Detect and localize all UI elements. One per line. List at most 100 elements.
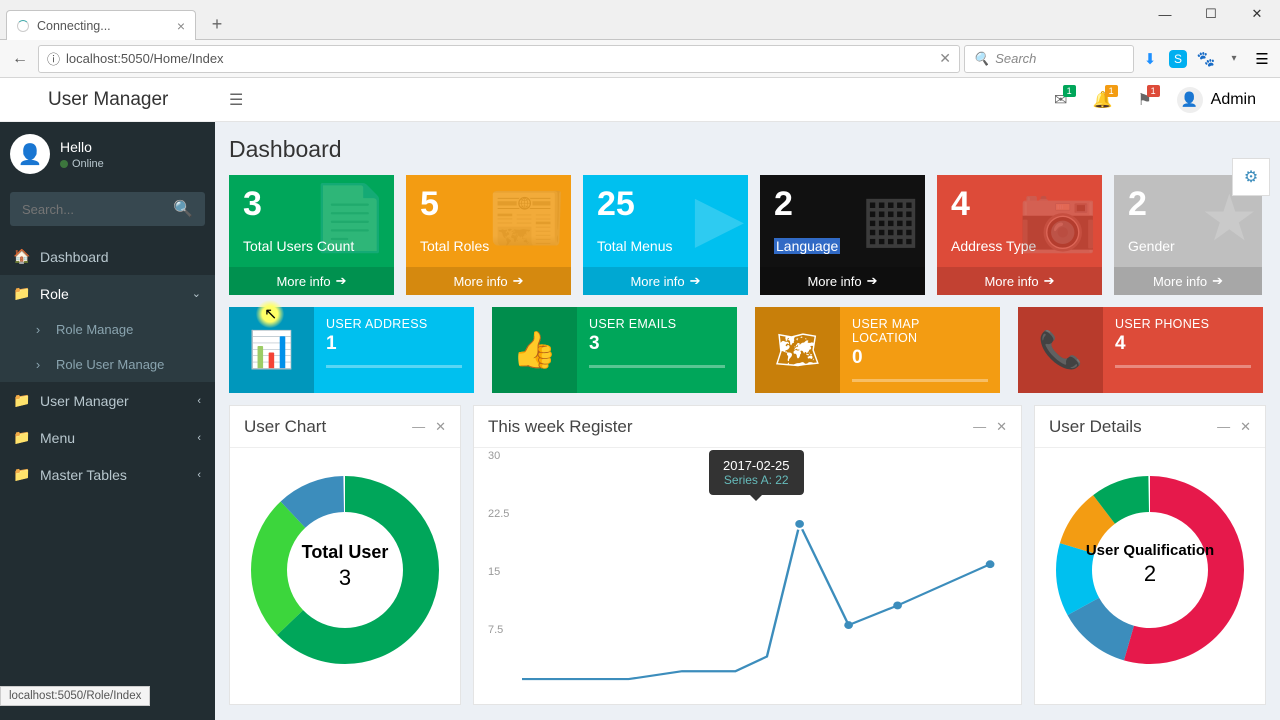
brand-logo[interactable]: User Manager (0, 78, 215, 122)
messages-icon[interactable]: ✉1 (1041, 80, 1081, 120)
close-tab-icon[interactable]: × (177, 18, 185, 34)
panel-title: User Details (1049, 417, 1142, 437)
menu-icon[interactable]: ☰ (1250, 47, 1274, 71)
chart-tooltip: 2017-02-25 Series A: 22 (709, 450, 804, 495)
flags-badge: 1 (1147, 85, 1160, 97)
extension-chevron-icon[interactable]: ▾ (1222, 47, 1246, 71)
nav-role-user-manage[interactable]: ›Role User Manage (0, 347, 215, 382)
info-title: USER EMAILS (589, 317, 725, 331)
panels-row: User Chart —✕ Total User (229, 405, 1266, 705)
notifications-badge: 1 (1105, 85, 1118, 97)
new-tab-button[interactable]: + (204, 13, 230, 35)
url-input[interactable]: ⓘ localhost:5050/Home/Index ✕ (38, 45, 960, 73)
info-value: 1 (326, 333, 462, 355)
notifications-icon[interactable]: 🔔1 (1083, 80, 1123, 120)
info-title: USER MAP LOCATION (852, 317, 988, 345)
more-info-link[interactable]: More info➔ (583, 267, 748, 295)
close-icon[interactable]: ✕ (1240, 419, 1251, 435)
browser-tab[interactable]: Connecting... × (6, 10, 196, 40)
info-title: USER PHONES (1115, 317, 1251, 331)
chevron-left-icon: ‹ (197, 469, 201, 481)
progress-bar (326, 365, 462, 368)
settings-gear-icon[interactable]: ⚙ (1232, 158, 1270, 196)
stat-box-2[interactable]: 25 Total Menus ▶ More info➔ (583, 175, 748, 295)
arrow-right-icon: ➔ (690, 273, 701, 289)
extension-icon[interactable]: 🐾 (1194, 47, 1218, 71)
arrow-right-icon: ➔ (867, 273, 878, 289)
info-box-3[interactable]: 📞 USER PHONES 4 (1018, 307, 1263, 393)
stat-box-1[interactable]: 5 Total Roles 📰 More info➔ (406, 175, 571, 295)
nav-role-manage[interactable]: ›Role Manage (0, 312, 215, 347)
admin-menu[interactable]: 👤 Admin (1167, 87, 1266, 113)
progress-bar (1115, 365, 1251, 368)
avatar[interactable]: 👤 (10, 134, 50, 174)
arrow-right-icon: ➔ (513, 273, 524, 289)
address-bar: ← ⓘ localhost:5050/Home/Index ✕ 🔍 Search… (0, 40, 1280, 78)
nav-user-manager[interactable]: 📁User Manager‹ (0, 382, 215, 419)
sidebar: User Manager 👤 Hello Online 🔍 🏠Dashboard… (0, 78, 215, 720)
donut-user-qualification: User Qualification 2 (1050, 470, 1250, 670)
user-greeting: Hello (60, 139, 104, 155)
online-dot-icon (60, 160, 68, 168)
app-root: User Manager 👤 Hello Online 🔍 🏠Dashboard… (0, 78, 1280, 720)
close-icon[interactable]: ✕ (996, 419, 1007, 435)
flags-icon[interactable]: ⚑1 (1125, 80, 1165, 120)
arrow-right-icon: ➔ (336, 273, 347, 289)
stat-bg-icon: 📷 (1018, 181, 1098, 256)
nav-menu[interactable]: 📁Menu‹ (0, 419, 215, 456)
cursor-icon: ↖ (264, 304, 277, 324)
stat-box-3[interactable]: 2 Language ▦ More info➔ (760, 175, 925, 295)
minimize-button[interactable]: — (1142, 0, 1188, 28)
loading-spinner-icon (17, 20, 29, 32)
nav-master-tables[interactable]: 📁Master Tables‹ (0, 456, 215, 493)
sidebar-search-input[interactable] (22, 202, 173, 217)
admin-label: Admin (1211, 91, 1256, 109)
main-area: ☰ ✉1 🔔1 ⚑1 👤 Admin Dashboard 3 Total Use… (215, 78, 1280, 720)
nav-role[interactable]: 📁Role⌄ (0, 275, 215, 312)
sidebar-toggle-icon[interactable]: ☰ (229, 90, 243, 110)
more-info-link[interactable]: More info➔ (406, 267, 571, 295)
content: Dashboard 3 Total Users Count 📄 More inf… (215, 122, 1280, 705)
stat-box-4[interactable]: 4 Address Type 📷 More info➔ (937, 175, 1102, 295)
arrow-right-icon: ➔ (1044, 273, 1055, 289)
back-button[interactable]: ← (6, 45, 34, 73)
download-icon[interactable]: ⬇ (1138, 47, 1162, 71)
url-text: localhost:5050/Home/Index (66, 51, 224, 66)
info-box-2[interactable]: 🗺 USER MAP LOCATION 0 (755, 307, 1000, 393)
arrow-icon: › (30, 322, 46, 337)
ytick: 22.5 (488, 508, 509, 520)
page-title: Dashboard (229, 136, 1266, 163)
collapse-icon[interactable]: — (973, 419, 986, 435)
search-icon: 🔍 (973, 51, 989, 67)
close-icon[interactable]: ✕ (435, 419, 446, 435)
more-info-link[interactable]: More info➔ (760, 267, 925, 295)
search-placeholder: Search (995, 51, 1036, 66)
tooltip-series: Series A: 22 (723, 473, 790, 487)
browser-search[interactable]: 🔍 Search (964, 45, 1134, 73)
more-info-link[interactable]: More info➔ (1114, 267, 1262, 295)
topbar: ☰ ✉1 🔔1 ⚑1 👤 Admin (215, 78, 1280, 122)
panel-user-chart: User Chart —✕ Total User (229, 405, 461, 705)
more-info-link[interactable]: More info➔ (229, 267, 394, 295)
nav-dashboard[interactable]: 🏠Dashboard (0, 238, 215, 275)
status-link: localhost:5050/Role/Index (0, 686, 150, 706)
close-window-button[interactable]: ✕ (1234, 0, 1280, 28)
clear-url-icon[interactable]: ✕ (939, 50, 951, 67)
info-box-1[interactable]: 👍 USER EMAILS 3 (492, 307, 737, 393)
search-icon[interactable]: 🔍 (173, 199, 193, 219)
maximize-button[interactable]: ☐ (1188, 0, 1234, 28)
arrow-icon: › (30, 357, 46, 372)
info-title: USER ADDRESS (326, 317, 462, 331)
info-icon: ⓘ (47, 49, 60, 68)
chevron-down-icon: ⌄ (192, 287, 201, 300)
donut-value: 3 (245, 565, 445, 591)
info-icon: 📞 (1018, 307, 1103, 393)
arrow-right-icon: ➔ (1212, 273, 1223, 289)
collapse-icon[interactable]: — (412, 419, 425, 435)
skype-icon[interactable]: S (1166, 47, 1190, 71)
sidebar-search[interactable]: 🔍 (10, 192, 205, 226)
tab-bar: Connecting... × + — ☐ ✕ (0, 0, 1280, 40)
collapse-icon[interactable]: — (1217, 419, 1230, 435)
stat-box-0[interactable]: 3 Total Users Count 📄 More info➔ (229, 175, 394, 295)
more-info-link[interactable]: More info➔ (937, 267, 1102, 295)
